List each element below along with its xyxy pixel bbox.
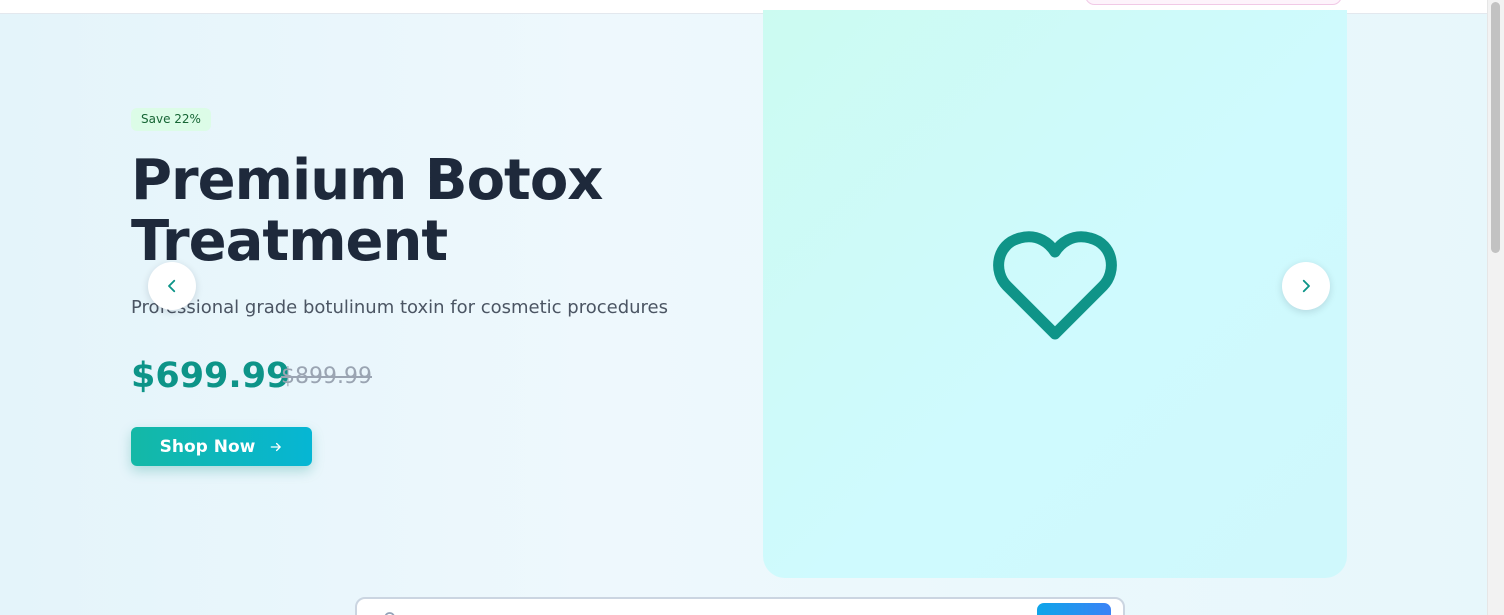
chevron-left-icon <box>168 279 176 293</box>
heart-icon <box>993 231 1117 340</box>
search-button[interactable] <box>1037 603 1111 615</box>
chevron-right-icon <box>1302 279 1310 293</box>
search-icon <box>384 612 395 615</box>
carousel-next-button[interactable] <box>1282 262 1330 310</box>
discount-badge: Save 22% <box>131 108 211 131</box>
hero-title: Premium Botox Treatment <box>131 148 603 274</box>
page: Save 22% Premium Botox Treatment Profess… <box>0 0 1504 615</box>
search-bar[interactable] <box>355 597 1125 615</box>
shop-now-label: Shop Now <box>159 436 256 457</box>
navbar-pill[interactable] <box>1085 0 1342 5</box>
shop-now-button[interactable]: Shop Now <box>131 427 312 466</box>
hero-subtitle: Professional grade botulinum toxin for c… <box>131 297 669 318</box>
scrollbar-thumb[interactable] <box>1491 2 1500 253</box>
sale-price: $699.99 <box>131 356 291 396</box>
arrow-right-icon <box>271 442 282 451</box>
scrollbar[interactable] <box>1487 0 1504 615</box>
carousel-prev-button[interactable] <box>148 262 196 310</box>
original-price: $899.99 <box>281 364 372 389</box>
